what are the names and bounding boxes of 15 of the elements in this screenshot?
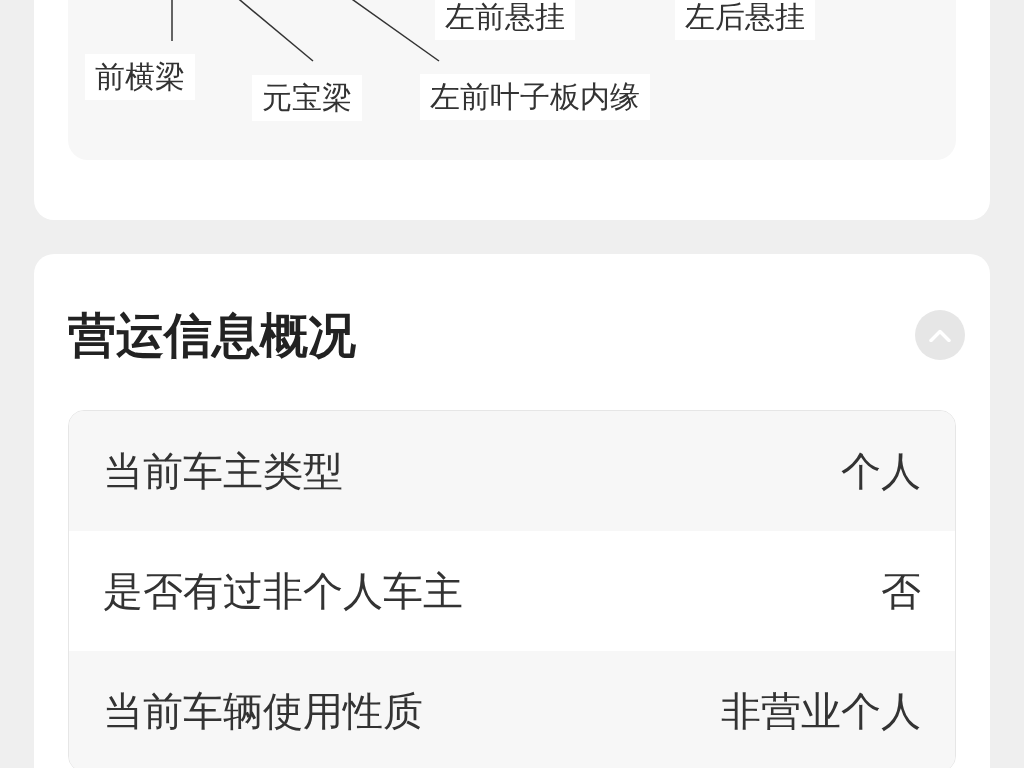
row-label: 是否有过非个人车主: [103, 569, 463, 613]
row-label: 当前车辆使用性质: [103, 689, 423, 733]
section-title: 营运信息概况: [68, 311, 356, 359]
row-value: 个人: [841, 449, 921, 493]
part-label: 元宝梁: [252, 75, 362, 121]
leader-line: [171, 0, 173, 42]
row-value: 否: [881, 569, 921, 613]
part-label: 左前悬挂: [435, 0, 575, 40]
row-label: 当前车主类型: [103, 449, 343, 493]
part-label: 左后悬挂: [675, 0, 815, 40]
part-label: 左前叶子板内缘: [420, 74, 650, 120]
part-label: 前横梁: [85, 54, 195, 100]
row-value: 非营业个人: [721, 689, 921, 733]
chevron-icon: [929, 328, 951, 342]
collapse-button[interactable]: [915, 310, 965, 360]
